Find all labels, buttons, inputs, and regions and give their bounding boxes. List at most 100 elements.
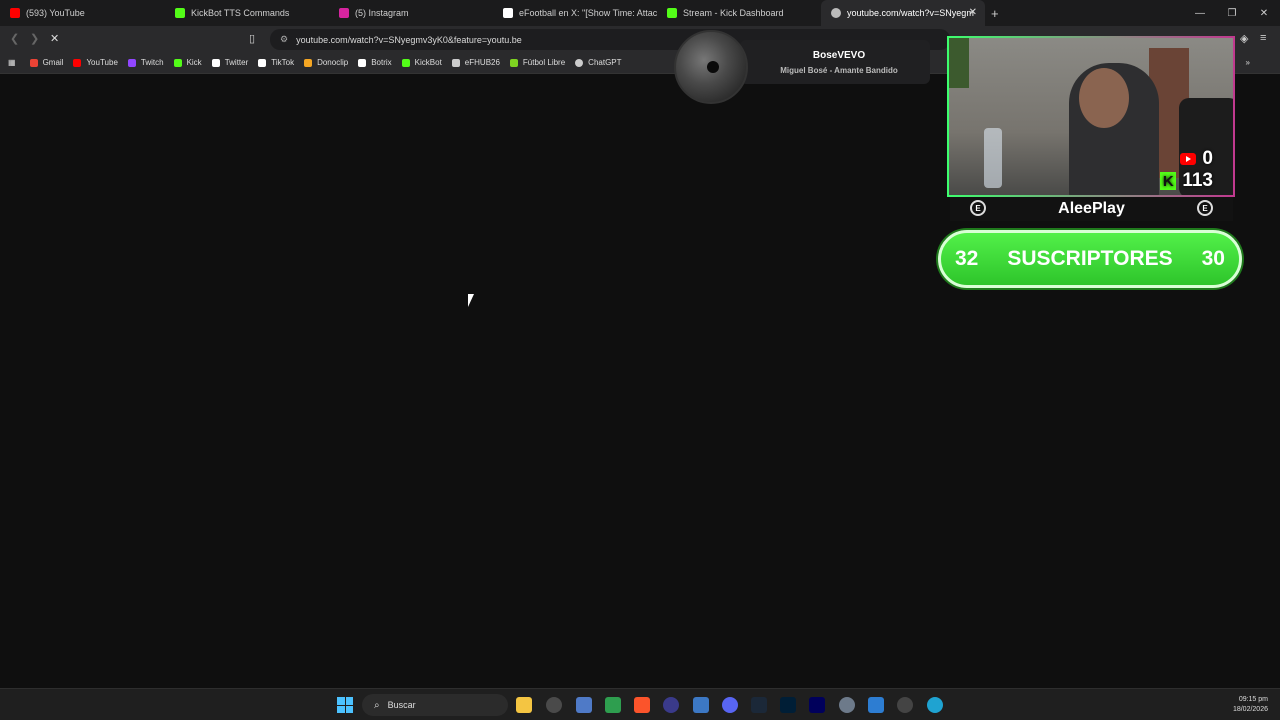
kick-icon	[173, 58, 182, 67]
bookmark-botrix[interactable]: Botrix	[358, 58, 392, 67]
bookmark-twitter[interactable]: Twitter	[211, 58, 249, 67]
bookmark-label: ChatGPT	[588, 58, 622, 67]
bookmark-efhub[interactable]: eFHUB26	[451, 58, 500, 67]
tab-kick-dashboard[interactable]: Stream - Kick Dashboard	[657, 0, 821, 26]
tab-title: KickBot TTS Commands	[191, 8, 290, 18]
apps-icon[interactable]: ▦	[8, 58, 16, 67]
minimize-button[interactable]: —	[1184, 0, 1216, 26]
more-bookmarks-icon[interactable]: »	[1246, 58, 1250, 67]
file-explorer-icon[interactable]	[516, 697, 532, 713]
bookmark-chatgpt[interactable]: ChatGPT	[575, 58, 622, 67]
efootball-icon: E	[970, 200, 986, 216]
bookmark-twitch[interactable]: Twitch	[127, 58, 164, 67]
webcam-head	[1079, 68, 1129, 128]
media-player-icon[interactable]	[897, 697, 913, 713]
back-button[interactable]: ❮	[10, 32, 19, 45]
kick-stat: K 113	[1160, 170, 1213, 192]
screen: (593) YouTube KickBot TTS Commands (5) I…	[0, 0, 1280, 720]
donoclip-icon	[304, 58, 313, 67]
obs-icon[interactable]	[663, 697, 679, 713]
discord-icon[interactable]	[722, 697, 738, 713]
calculator-icon[interactable]	[693, 697, 709, 713]
tab-kickbot[interactable]: KickBot TTS Commands	[165, 0, 329, 26]
restore-button[interactable]: ❐	[1216, 0, 1248, 26]
tab-title: youtube.com/watch?v=SNyegm	[847, 8, 974, 18]
streamer-name: AleePlay	[1058, 200, 1125, 217]
bookmark-label: Twitter	[224, 58, 249, 67]
tab-efootball[interactable]: eFootball en X: "[Show Time: Attack	[493, 0, 657, 26]
x-icon	[503, 8, 513, 18]
shield-icon[interactable]: ◈	[1240, 32, 1248, 45]
kickbot-icon	[175, 8, 185, 18]
steam-icon[interactable]	[751, 697, 767, 713]
futbol-libre-icon	[509, 58, 518, 67]
gmail-icon	[29, 58, 38, 67]
bookmark-donoclip[interactable]: Donoclip	[304, 58, 348, 67]
tab-instagram[interactable]: (5) Instagram	[329, 0, 493, 26]
bookmark-label: KickBot	[414, 58, 442, 67]
efhub-icon	[451, 58, 460, 67]
bookmark-label: TikTok	[271, 58, 295, 67]
bookmark-tiktok[interactable]: TikTok	[258, 58, 294, 67]
youtube-icon	[10, 8, 20, 18]
chatgpt-icon	[575, 58, 584, 67]
bookmark-label: Twitch	[140, 58, 164, 67]
menu-icon[interactable]: ≡	[1260, 32, 1266, 44]
clock-date: 18/02/2026	[1232, 706, 1268, 713]
kick-count: 113	[1182, 170, 1213, 191]
app-icon[interactable]	[576, 697, 592, 713]
bookmark-kick[interactable]: Kick	[173, 58, 202, 67]
bookmark-label: Donoclip	[317, 58, 349, 67]
disc-hole	[707, 61, 719, 73]
efootball-icon: E	[1197, 200, 1213, 216]
youtube-count: 0	[1202, 148, 1213, 169]
browser-app-icon[interactable]	[546, 697, 562, 713]
bookmark-icon[interactable]: ▯	[249, 32, 255, 45]
streamer-nameplate: E AleePlay E	[950, 197, 1233, 221]
youtube-icon	[1180, 153, 1197, 165]
notepad-icon[interactable]	[868, 697, 884, 713]
subscriber-count-left: 32	[955, 247, 979, 270]
bookmark-kickbot[interactable]: KickBot	[401, 58, 442, 67]
site-info-icon[interactable]: ⚙	[280, 34, 288, 45]
close-window-button[interactable]: ✕	[1248, 0, 1280, 26]
new-tab-button[interactable]: +	[991, 6, 999, 21]
search-placeholder: Buscar	[387, 700, 416, 710]
bookmark-futbol-libre[interactable]: Fútbol Libre	[509, 58, 565, 67]
taskbar-search[interactable]: ⌕ Buscar	[362, 694, 508, 716]
tab-youtube-watch[interactable]: youtube.com/watch?v=SNyegm ✕	[821, 0, 985, 26]
tab-strip: (593) YouTube KickBot TTS Commands (5) I…	[0, 0, 1280, 26]
edge-icon[interactable]	[927, 697, 943, 713]
system-clock[interactable]: 09:15 pm 18/02/2026	[1233, 695, 1268, 715]
settings-icon[interactable]	[839, 697, 855, 713]
url-text: youtube.com/watch?v=SNyegmv3yK0&feature=…	[296, 34, 522, 45]
bookmark-label: YouTube	[86, 58, 118, 67]
forward-button[interactable]: ❯	[30, 32, 39, 45]
premiere-icon[interactable]	[809, 697, 825, 713]
tab-title: eFootball en X: "[Show Time: Attack	[519, 8, 657, 18]
tab-youtube[interactable]: (593) YouTube	[0, 0, 165, 26]
instagram-icon	[339, 8, 349, 18]
window-controls: — ❐ ✕	[1184, 0, 1280, 26]
bookmark-label: Gmail	[42, 58, 64, 67]
brave-icon[interactable]	[634, 697, 650, 713]
youtube-stat: 0	[1160, 148, 1213, 170]
start-button[interactable]	[337, 697, 353, 713]
bookmark-gmail[interactable]: Gmail	[29, 58, 64, 67]
webcam-feed: 0 K 113	[947, 36, 1235, 197]
mouse-cursor	[468, 294, 480, 307]
app-icon[interactable]	[605, 697, 621, 713]
bookmark-label: Kick	[186, 58, 202, 67]
tab-title: Stream - Kick Dashboard	[683, 8, 784, 18]
subscriber-label: SUSCRIPTORES	[1007, 247, 1173, 270]
subscriber-count-right: 30	[1201, 247, 1225, 270]
tab-title: (593) YouTube	[26, 8, 85, 18]
youtube-icon	[73, 58, 82, 67]
stop-loading-button[interactable]: ✕	[50, 32, 59, 45]
close-tab-icon[interactable]: ✕	[969, 7, 977, 18]
photoshop-icon[interactable]	[780, 697, 796, 713]
kickbot-icon	[401, 58, 410, 67]
bookmark-youtube[interactable]: YouTube	[73, 58, 118, 67]
webcam-bottle	[984, 128, 1002, 188]
bookmark-label: eFHUB26	[464, 58, 500, 67]
